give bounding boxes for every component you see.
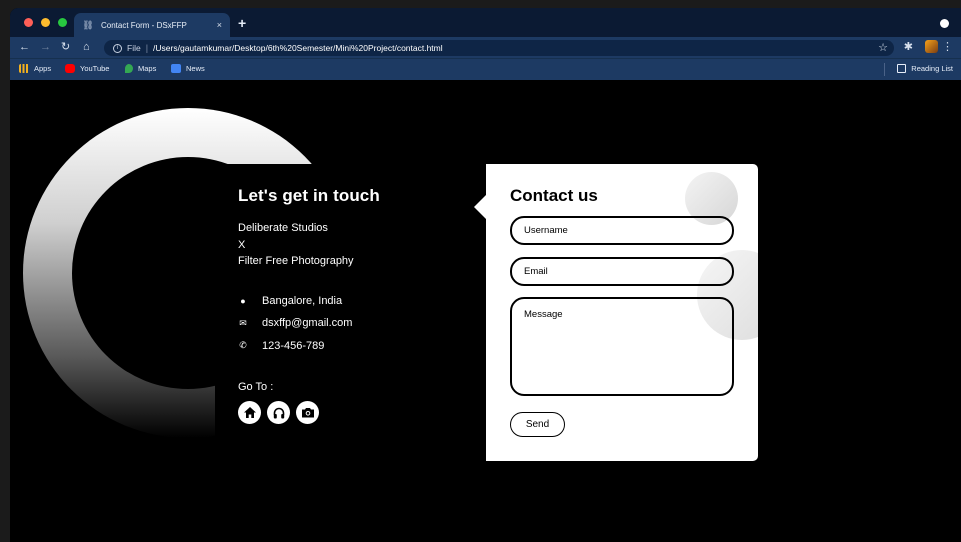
- profile-avatar[interactable]: [925, 40, 938, 53]
- browser-tab-active[interactable]: ⛓ Contact Form - DSxFFP ×: [74, 13, 230, 37]
- tab-title: Contact Form - DSxFFP: [101, 20, 187, 30]
- message-textarea[interactable]: [510, 297, 734, 396]
- bookmarks-divider: [884, 63, 885, 76]
- contact-list: ● Bangalore, India ✉ dsxffp@gmail.com ✆ …: [238, 290, 380, 358]
- reload-icon[interactable]: ↻: [61, 40, 70, 54]
- phone-text[interactable]: 123-456-789: [262, 340, 324, 352]
- email-input[interactable]: [510, 257, 734, 286]
- url-scheme-label: File: [127, 43, 141, 53]
- apps-grid-icon: [19, 64, 29, 73]
- address-bar[interactable]: i File | /Users/gautamkumar/Desktop/6th%…: [104, 40, 894, 56]
- username-input[interactable]: [510, 216, 734, 245]
- send-button[interactable]: Send: [510, 412, 565, 437]
- tab-search-icon[interactable]: [940, 19, 949, 28]
- reading-list-button[interactable]: Reading List: [897, 64, 953, 73]
- url-separator: |: [145, 43, 149, 53]
- url-text[interactable]: /Users/gautamkumar/Desktop/6th%20Semeste…: [153, 43, 443, 53]
- card-pointer: [474, 195, 486, 219]
- bookmark-label: Apps: [34, 64, 52, 73]
- company-names: Deliberate Studios X Filter Free Photogr…: [238, 220, 380, 270]
- new-tab-button[interactable]: +: [238, 16, 246, 30]
- bookmark-news[interactable]: News: [171, 64, 205, 73]
- social-links: [238, 401, 380, 424]
- home-button-icon[interactable]: ⌂: [83, 40, 90, 54]
- bookmark-label: Maps: [138, 64, 157, 73]
- maps-icon: [125, 64, 133, 73]
- contact-info: Let's get in touch Deliberate Studios X …: [238, 186, 380, 424]
- news-icon: [171, 64, 181, 73]
- contact-email: ✉ dsxffp@gmail.com: [238, 312, 380, 335]
- browser-toolbar: ← → ↻ ⌂ i File | /Users/gautamkumar/Desk…: [10, 37, 961, 58]
- page-favicon-icon: ⛓: [82, 19, 94, 30]
- bookmark-label: News: [186, 64, 205, 73]
- gallery-link-button[interactable]: [296, 401, 319, 424]
- window-controls: [24, 18, 67, 27]
- location-text: Bangalore, India: [262, 294, 343, 307]
- goto-label: Go To :: [238, 381, 274, 393]
- envelope-icon: ✉: [239, 317, 247, 328]
- company-line-3: Filter Free Photography: [238, 255, 354, 267]
- browser-window: ⛓ Contact Form - DSxFFP × + ← → ↻ ⌂ i Fi…: [10, 8, 961, 542]
- camera-icon: [301, 408, 314, 418]
- bookmark-maps[interactable]: Maps: [125, 64, 156, 73]
- menu-kebab-icon[interactable]: ⋮: [942, 40, 953, 54]
- youtube-icon: [65, 64, 75, 73]
- reading-list-icon: [897, 64, 907, 73]
- headphones-icon: [273, 407, 284, 418]
- email-text[interactable]: dsxffp@gmail.com: [262, 317, 352, 329]
- forward-arrow-icon[interactable]: →: [40, 40, 51, 54]
- bookmark-apps[interactable]: Apps: [19, 64, 51, 73]
- bookmark-star-icon[interactable]: ☆: [878, 42, 888, 54]
- contact-location: ● Bangalore, India: [238, 290, 380, 313]
- reading-list-label: Reading List: [911, 64, 953, 73]
- home-link-button[interactable]: [238, 401, 261, 424]
- phone-icon: ✆: [239, 340, 247, 351]
- company-line-2: X: [238, 238, 246, 251]
- company-line-1: Deliberate Studios: [238, 222, 328, 234]
- home-icon: [243, 407, 256, 418]
- minimize-window-button[interactable]: [41, 18, 50, 27]
- contact-phone: ✆ 123-456-789: [238, 335, 380, 358]
- site-info-icon[interactable]: i: [113, 43, 122, 53]
- music-link-button[interactable]: [267, 401, 290, 424]
- extensions-puzzle-icon[interactable]: ✱: [904, 40, 913, 54]
- contact-form: Contact us Send: [486, 164, 758, 461]
- maximize-window-button[interactable]: [58, 18, 67, 27]
- back-arrow-icon[interactable]: ←: [19, 40, 30, 54]
- close-window-button[interactable]: [24, 18, 33, 27]
- form-title: Contact us: [510, 186, 598, 205]
- tab-close-icon[interactable]: ×: [217, 20, 222, 30]
- bookmark-youtube[interactable]: YouTube: [65, 64, 109, 73]
- page-viewport: Let's get in touch Deliberate Studios X …: [10, 80, 961, 542]
- info-heading: Let's get in touch: [238, 186, 380, 205]
- location-pin-icon: ●: [240, 295, 246, 306]
- bookmarks-bar: Apps YouTube Maps News Reading List: [10, 58, 961, 80]
- bookmark-label: YouTube: [80, 64, 110, 73]
- tab-bar: ⛓ Contact Form - DSxFFP × +: [10, 8, 961, 37]
